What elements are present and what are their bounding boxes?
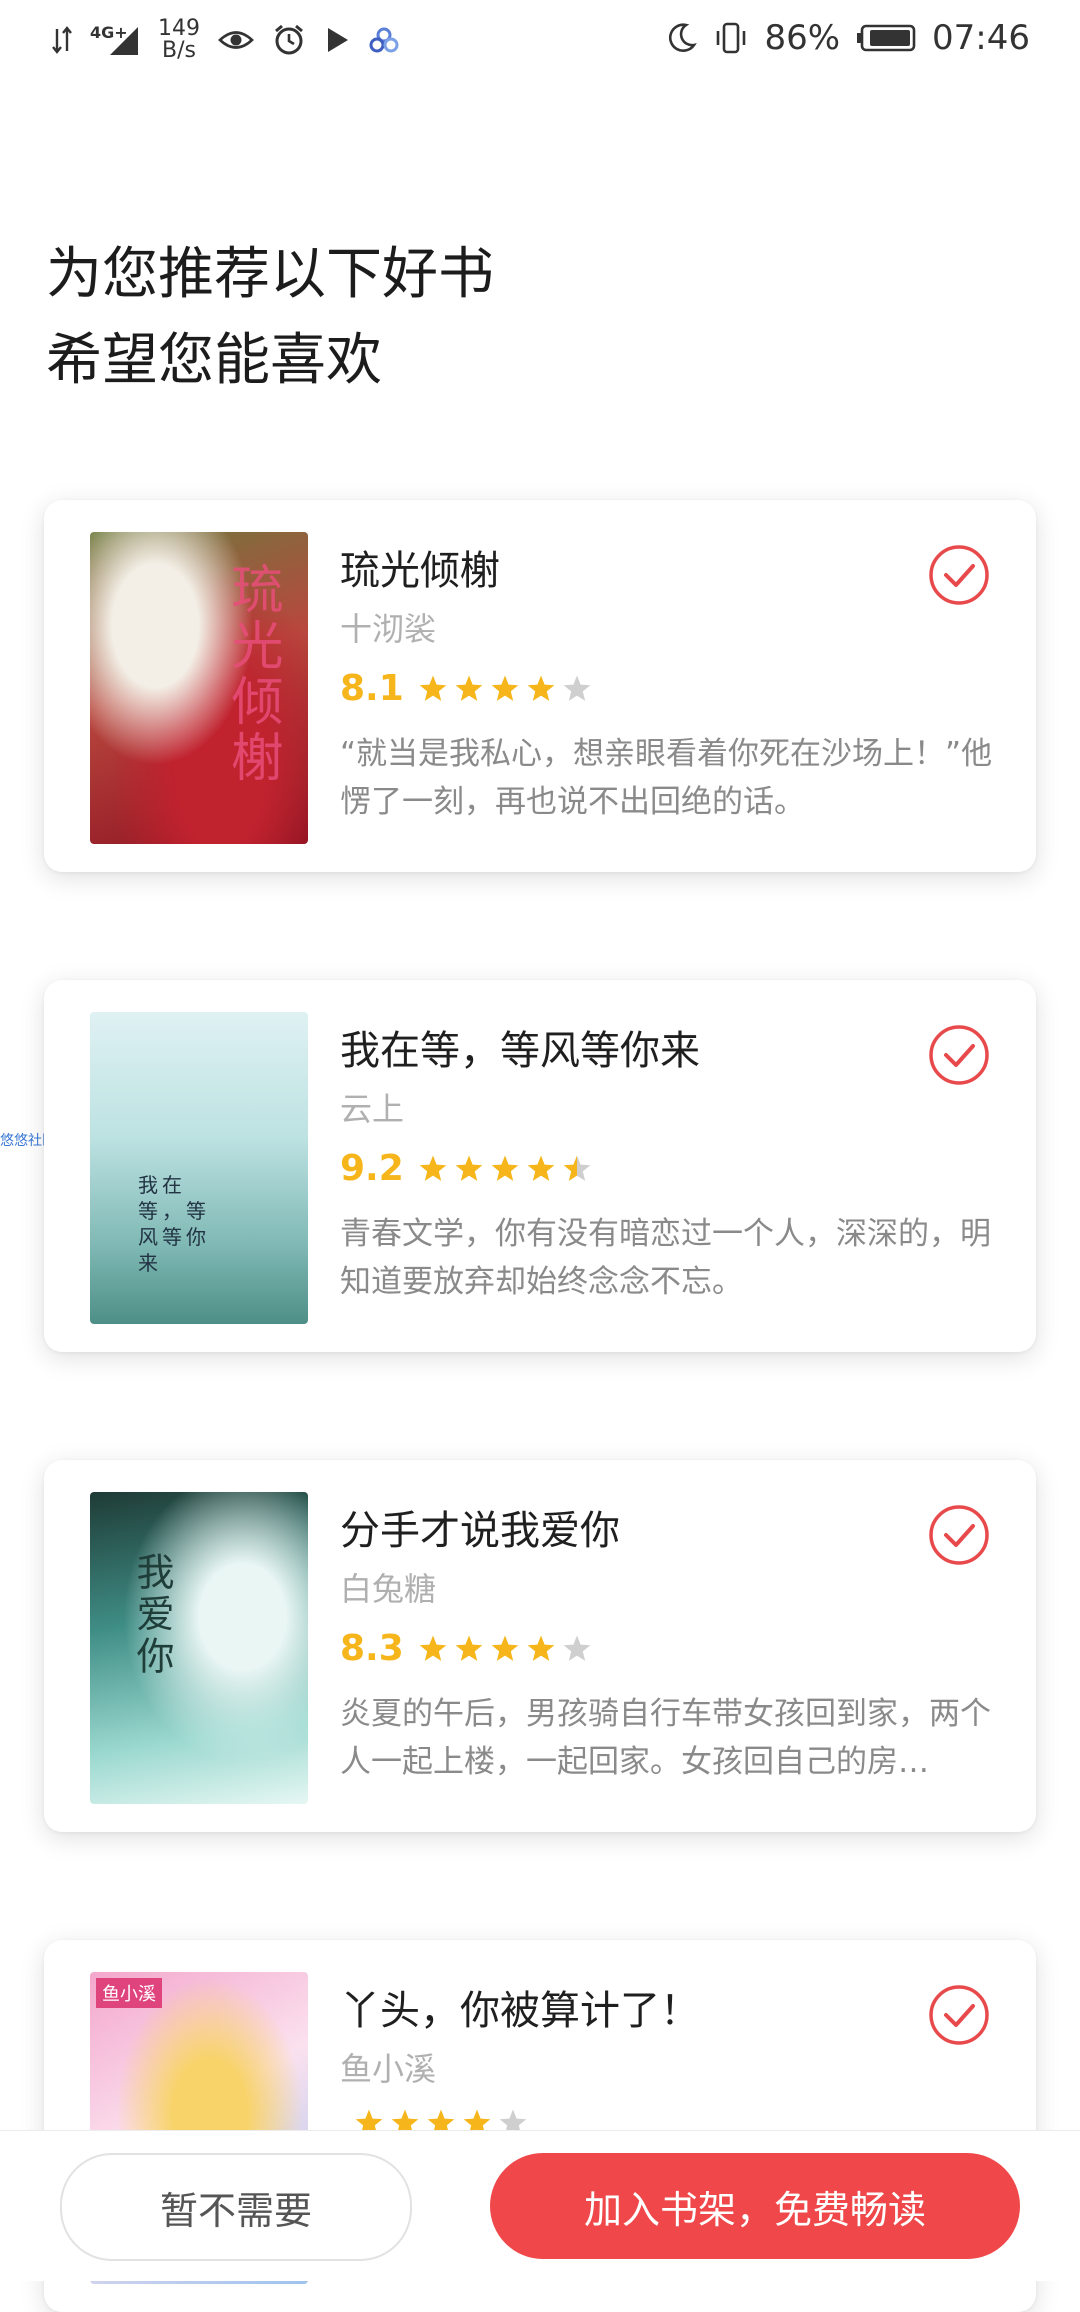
star-icon xyxy=(455,1155,483,1181)
signal-icon: 4G+ xyxy=(90,23,140,57)
speed-unit: B/s xyxy=(162,38,196,63)
star-icon xyxy=(527,675,555,701)
book-card[interactable]: 琉光倾榭 琉光倾榭 十沏裟 8.1 “就当是我私心，想亲眼看着你死在沙场上！”他… xyxy=(44,500,1036,872)
moon-icon xyxy=(669,23,698,52)
rating-score: 8.1 xyxy=(340,668,404,709)
skip-button[interactable]: 暂不需要 xyxy=(60,2153,412,2261)
book-cover: 我在等，等风等你来 xyxy=(90,1012,308,1324)
book-title: 琉光倾榭 xyxy=(340,548,500,594)
heading-line-1: 为您推荐以下好书 xyxy=(46,242,494,307)
book-author: 鱼小溪 xyxy=(340,2050,437,2088)
book-cover: 我爱你 xyxy=(90,1492,308,1804)
book-description: “就当是我私心，想亲眼看着你死在沙场上！”他愣了一刻，再也说不出回绝的话。 xyxy=(340,736,993,820)
star-icon xyxy=(491,1155,519,1181)
check-circle-icon[interactable] xyxy=(928,1504,990,1566)
heading-line-2: 希望您能喜欢 xyxy=(46,328,382,393)
star-icon xyxy=(419,675,447,701)
book-card[interactable]: 我爱你 分手才说我爱你 白兔糖 8.3 炎夏的午后，男孩骑自行车带女孩回到家，两… xyxy=(44,1460,1036,1832)
book-title: 丫头，你被算计了！ xyxy=(340,1988,700,2034)
book-rating: 8.3 xyxy=(340,1628,592,1669)
book-card[interactable]: 我在等，等风等你来 我在等，等风等你来 云上 9.2 青春文学，你有没有暗恋过一… xyxy=(44,980,1036,1352)
star-icon xyxy=(563,1155,591,1181)
battery-percent: 86% xyxy=(764,18,841,58)
rating-stars xyxy=(418,1154,592,1184)
add-to-shelf-button[interactable]: 加入书架，免费畅读 xyxy=(490,2153,1020,2259)
cover-title: 我爱你 xyxy=(130,1552,174,1678)
data-arrows-icon xyxy=(52,26,72,54)
battery-icon xyxy=(857,24,916,52)
page-heading: 为您推荐以下好书 希望您能喜欢 xyxy=(46,232,494,404)
book-description: 炎夏的午后，男孩骑自行车带女孩回到家，两个人一起上楼，一起回家。女孩回自己的房… xyxy=(340,1696,991,1780)
status-bar: 4G+ 149 B/s 86% 07:46 xyxy=(0,0,1080,92)
speed-value: 149 xyxy=(158,16,200,41)
rating-score: 8.3 xyxy=(340,1628,404,1669)
book-author: 白兔糖 xyxy=(340,1570,437,1608)
star-icon xyxy=(563,1635,591,1661)
book-author: 十沏裟 xyxy=(340,610,437,648)
book-title: 分手才说我爱你 xyxy=(340,1508,620,1554)
book-rating: 9.2 xyxy=(340,1148,592,1189)
bottom-action-bar: 暂不需要 加入书架，免费畅读 xyxy=(0,2130,1080,2281)
star-icon xyxy=(527,1635,555,1661)
status-left: 4G+ 149 B/s xyxy=(52,18,400,62)
star-icon xyxy=(491,1635,519,1661)
star-icon xyxy=(455,1635,483,1661)
cover-title: 鱼小溪 xyxy=(96,1978,162,2008)
rating-stars xyxy=(418,674,592,704)
rating-score: 9.2 xyxy=(340,1148,404,1189)
check-circle-icon[interactable] xyxy=(928,1024,990,1086)
clock: 07:46 xyxy=(932,18,1030,58)
check-circle-icon[interactable] xyxy=(928,544,990,606)
network-speed: 149 B/s xyxy=(158,18,200,62)
app-notification-icon xyxy=(369,27,399,53)
rating-stars xyxy=(418,1634,592,1664)
cover-title: 我在等，等风等你来 xyxy=(138,1173,210,1275)
star-icon xyxy=(527,1155,555,1181)
alarm-icon xyxy=(275,24,303,55)
book-description: 青春文学，你有没有暗恋过一个人，深深的，明知道要放弃却始终念念不忘。 xyxy=(340,1216,991,1300)
book-author: 云上 xyxy=(340,1090,405,1128)
status-right: 86% 07:46 xyxy=(664,18,1030,58)
eye-icon xyxy=(218,31,254,49)
book-rating: 8.1 xyxy=(340,668,592,709)
star-icon xyxy=(563,675,591,701)
book-cover: 琉光倾榭 xyxy=(90,532,308,844)
book-title: 我在等，等风等你来 xyxy=(340,1028,700,1074)
star-icon xyxy=(419,1635,447,1661)
check-circle-icon[interactable] xyxy=(928,1984,990,2046)
vibrate-icon xyxy=(717,22,746,54)
play-icon xyxy=(328,28,348,52)
star-icon xyxy=(491,675,519,701)
star-icon xyxy=(419,1155,447,1181)
cover-title: 琉光倾榭 xyxy=(222,562,282,786)
star-icon xyxy=(455,675,483,701)
